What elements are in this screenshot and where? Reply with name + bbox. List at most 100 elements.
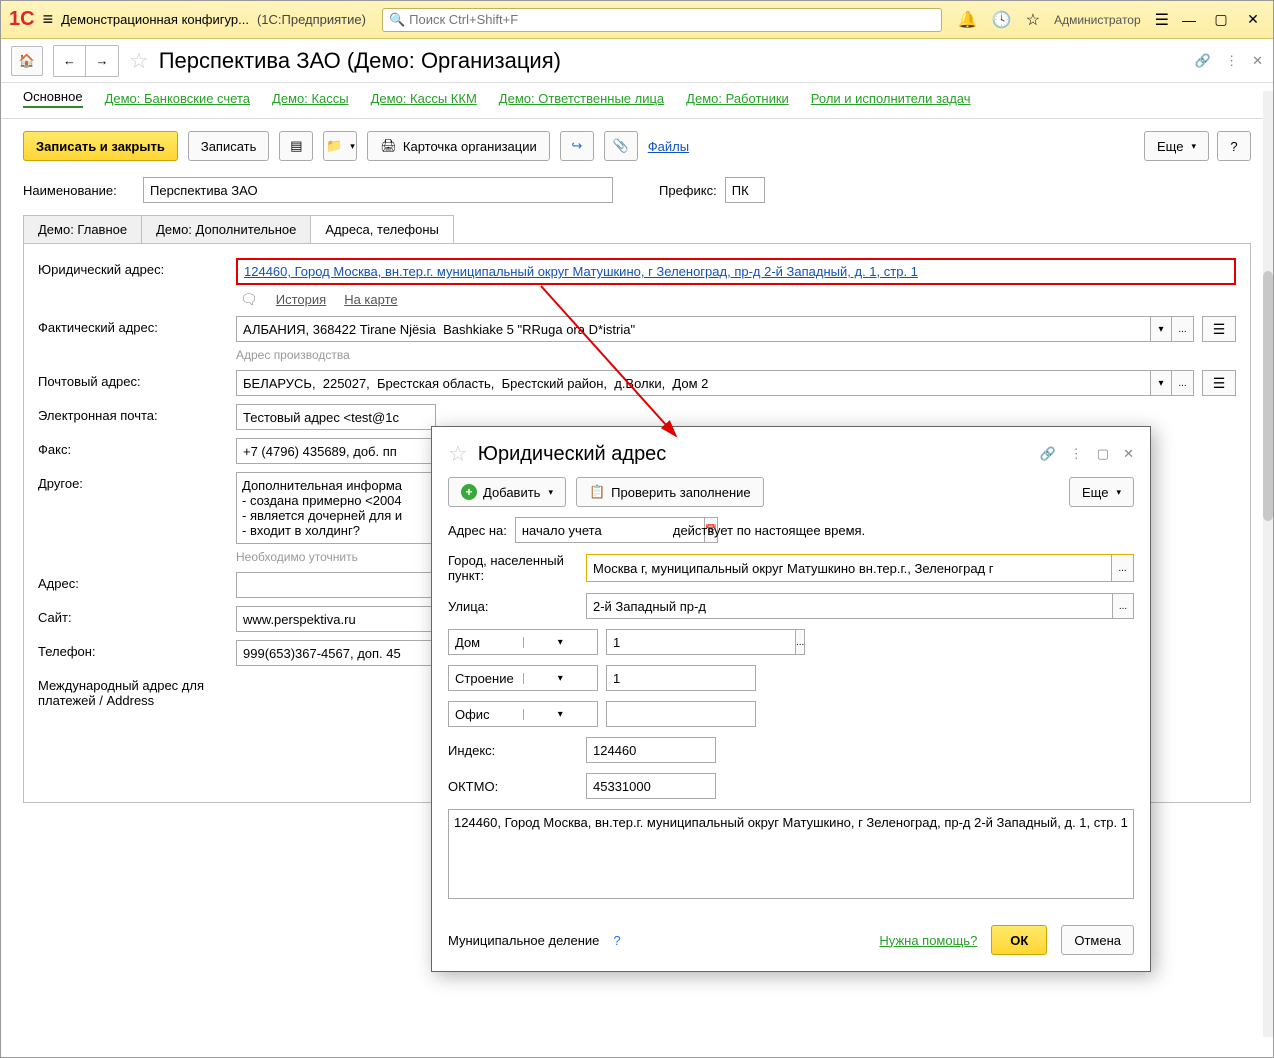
map-link[interactable]: На карте <box>344 292 397 307</box>
oktmo-input[interactable] <box>586 773 716 799</box>
tab-main[interactable]: Демо: Главное <box>24 216 142 243</box>
addr-input[interactable] <box>236 572 436 598</box>
nav-cash-kkm[interactable]: Демо: Кассы ККМ <box>371 91 477 106</box>
popup-star[interactable]: ☆ <box>448 441 468 467</box>
save-button[interactable]: Записать <box>188 131 270 161</box>
nav-responsible[interactable]: Демо: Ответственные лица <box>499 91 664 106</box>
list-button[interactable]: ▤ <box>279 131 313 161</box>
prop3-type[interactable]: Офис <box>449 707 523 722</box>
post-addr-label: Почтовый адрес: <box>38 370 228 389</box>
forward-button[interactable]: → <box>86 46 118 76</box>
prop2-input[interactable] <box>606 665 756 691</box>
popup-title: Юридический адрес <box>478 443 667 466</box>
popup-more-button[interactable]: Еще <box>1069 477 1134 507</box>
prop1-type[interactable]: Дом <box>449 635 523 650</box>
popup-maximize[interactable]: ▢ <box>1097 446 1109 462</box>
addr-label: Адрес: <box>38 572 228 591</box>
fax-label: Факс: <box>38 438 228 457</box>
maximize-button[interactable]: ▢ <box>1209 11 1233 28</box>
street-label: Улица: <box>448 599 578 614</box>
search-icon: 🔍 <box>389 12 405 28</box>
fax-input[interactable] <box>236 438 436 464</box>
nav-workers[interactable]: Демо: Работники <box>686 91 789 106</box>
other-label: Другое: <box>38 472 228 491</box>
more-button[interactable]: Еще <box>1144 131 1209 161</box>
post-addr-copy[interactable]: ☰ <box>1202 370 1236 396</box>
site-input[interactable] <box>236 606 436 632</box>
attachment-button[interactable]: 📎 <box>604 131 638 161</box>
division-label: Муниципальное деление <box>448 933 599 948</box>
full-addr-area[interactable]: 124460, Город Москва, вн.тер.г. муниципа… <box>448 809 1134 899</box>
search-input[interactable] <box>409 12 935 27</box>
ok-button[interactable]: ОК <box>991 925 1047 955</box>
phone-input[interactable] <box>236 640 436 666</box>
post-addr-input[interactable] <box>236 370 1150 396</box>
menu-icon[interactable]: ≡ <box>43 9 54 30</box>
help-button[interactable]: ? <box>1217 131 1251 161</box>
prop1-dots[interactable]: ... <box>795 629 805 655</box>
files-link[interactable]: Файлы <box>648 139 689 154</box>
index-input[interactable] <box>586 737 716 763</box>
name-input[interactable] <box>143 177 613 203</box>
home-button[interactable]: 🏠 <box>11 46 43 76</box>
email-input[interactable] <box>236 404 436 430</box>
popup-close[interactable]: ✕ <box>1123 446 1134 462</box>
date-suffix: действует по настоящее время. <box>673 523 865 538</box>
nav-cash[interactable]: Демо: Кассы <box>272 91 349 106</box>
street-dots[interactable]: ... <box>1112 593 1134 619</box>
kebab-icon[interactable]: ⋮ <box>1225 53 1238 69</box>
actual-addr-copy[interactable]: ☰ <box>1202 316 1236 342</box>
star-icon[interactable]: ☆ <box>1026 10 1040 30</box>
prefix-input[interactable] <box>725 177 765 203</box>
street-input[interactable] <box>586 593 1112 619</box>
close-tab-button[interactable]: ✕ <box>1252 53 1263 69</box>
actual-addr-dd[interactable]: ▾ <box>1150 316 1172 342</box>
division-help-icon[interactable]: ? <box>613 933 620 948</box>
prop2-type[interactable]: Строение <box>449 671 523 686</box>
link-icon[interactable]: 🔗 <box>1195 53 1211 69</box>
add-button[interactable]: +Добавить <box>448 477 566 507</box>
date-label: Адрес на: <box>448 523 507 538</box>
prefix-label: Префикс: <box>659 183 717 198</box>
prop3-input[interactable] <box>606 701 756 727</box>
other-textarea[interactable]: Дополнительная информа - создана примерн… <box>236 472 436 544</box>
nav-bank-accounts[interactable]: Демо: Банковские счета <box>105 91 250 106</box>
need-help-link[interactable]: Нужна помощь? <box>879 933 977 948</box>
save-close-button[interactable]: Записать и закрыть <box>23 131 178 161</box>
comment-icon[interactable]: 🗨 <box>240 291 258 308</box>
legal-addr-label: Юридический адрес: <box>38 258 228 277</box>
check-fill-button[interactable]: 📋Проверить заполнение <box>576 477 764 507</box>
actual-addr-input[interactable] <box>236 316 1150 342</box>
popup-kebab-icon[interactable]: ⋮ <box>1070 446 1083 462</box>
back-button[interactable]: ← <box>54 46 86 76</box>
nav-main[interactable]: Основное <box>23 89 83 108</box>
scrollbar-thumb[interactable] <box>1263 271 1273 521</box>
cancel-button[interactable]: Отмена <box>1061 925 1134 955</box>
history-link[interactable]: История <box>276 292 326 307</box>
nav-roles[interactable]: Роли и исполнители задач <box>811 91 971 106</box>
actual-addr-dots[interactable]: ... <box>1172 316 1194 342</box>
minimize-button[interactable]: — <box>1177 12 1201 28</box>
oktmo-label: ОКТМО: <box>448 779 578 794</box>
post-addr-dots[interactable]: ... <box>1172 370 1194 396</box>
prop1-input[interactable] <box>606 629 795 655</box>
city-input[interactable] <box>587 555 1111 581</box>
tab-additional[interactable]: Демо: Дополнительное <box>142 216 311 243</box>
tab-addresses[interactable]: Адреса, телефоны <box>311 216 453 243</box>
post-addr-dd[interactable]: ▾ <box>1150 370 1172 396</box>
site-label: Сайт: <box>38 606 228 625</box>
folder-button[interactable]: 📁 <box>323 131 357 161</box>
city-label: Город, населенный пункт: <box>448 553 578 583</box>
popup-link-icon[interactable]: 🔗 <box>1040 446 1056 462</box>
legal-addr-link[interactable]: 124460, Город Москва, вн.тер.г. муниципа… <box>244 264 918 279</box>
bell-icon[interactable]: 🔔 <box>958 10 978 30</box>
close-window-button[interactable]: ✕ <box>1241 11 1265 28</box>
settings-icon[interactable]: ☰ <box>1155 10 1169 30</box>
city-dots[interactable]: ... <box>1111 555 1133 581</box>
favorite-star[interactable]: ☆ <box>129 48 149 74</box>
org-card-button[interactable]: 🖨Карточка организации <box>367 131 549 161</box>
phone-label: Телефон: <box>38 640 228 659</box>
current-user[interactable]: Администратор <box>1054 13 1141 27</box>
refresh-button[interactable]: ↪ <box>560 131 594 161</box>
history-icon[interactable]: 🕓 <box>992 10 1012 30</box>
